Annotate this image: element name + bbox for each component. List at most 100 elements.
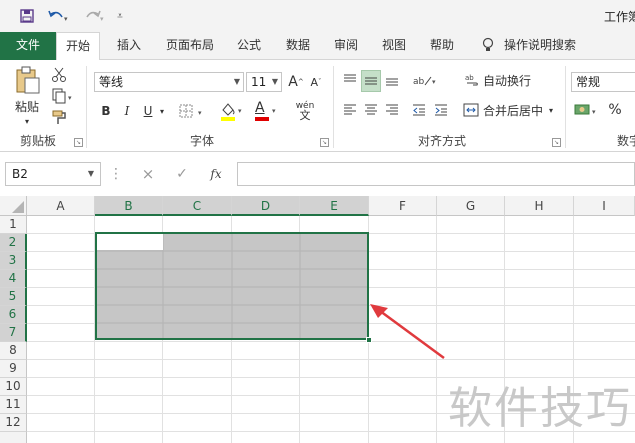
copy-icon[interactable]: ▾ [50,87,78,105]
phonetic-guide-button[interactable]: wén 文 [290,99,320,123]
clipboard-launcher-icon[interactable]: ↘ [74,138,83,147]
tab-home[interactable]: 开始 [56,32,100,61]
customize-qat-icon[interactable]: ⩡ [112,5,128,27]
align-left-icon[interactable] [341,100,359,120]
align-top-icon[interactable] [341,70,359,90]
tab-page-layout[interactable]: 页面布局 [166,32,214,60]
svg-text:▾: ▾ [100,15,104,23]
svg-text:▾: ▾ [432,78,436,86]
chevron-down-icon[interactable]: ▾ [157,101,167,121]
font-name-combo[interactable]: 等线 ▼ [94,72,244,92]
cancel-button[interactable]: × [137,165,159,183]
window-title: 工作簿 [604,10,635,24]
tab-view[interactable]: 视图 [382,32,406,60]
merge-center-icon[interactable] [462,100,480,120]
wrap-text-icon[interactable]: ab [464,70,480,90]
alignment-group-label: 对齐方式 [418,134,467,148]
font-color-icon[interactable]: ▾ A [252,99,282,123]
paste-label[interactable]: 粘贴 [12,98,42,114]
enter-button[interactable]: ✓ [171,165,193,183]
active-cell-b2[interactable] [97,234,163,250]
align-middle-icon[interactable] [361,70,381,92]
tab-file[interactable]: 文件 [0,32,56,60]
alignment-launcher-icon[interactable]: ↘ [552,138,561,147]
cut-icon[interactable] [50,66,68,84]
tab-data[interactable]: 数据 [286,32,310,60]
column-header-g[interactable]: G [437,196,505,216]
font-size-value: 11 [251,75,267,89]
column-header-i[interactable]: I [574,196,635,216]
accounting-format-icon[interactable]: ▾ [573,100,603,120]
row-header-5[interactable]: 5 [0,288,27,306]
row-header-3[interactable]: 3 [0,252,27,270]
ribbon-separator [565,66,566,148]
paste-dropdown-icon[interactable]: ▾ [22,116,32,126]
underline-button[interactable]: U [139,101,157,121]
redo-icon[interactable]: ▾ [80,5,110,27]
column-header-c[interactable]: C [163,196,232,216]
grow-font-button[interactable]: A ^ [288,72,304,92]
row-header-13[interactable] [0,432,27,443]
name-box[interactable]: B2 ▼ [5,162,101,186]
row-header-2[interactable]: 2 [0,234,27,252]
svg-text:▾: ▾ [198,109,202,117]
row-header-1[interactable]: 1 [0,216,27,234]
tab-insert[interactable]: 插入 [117,32,141,60]
ribbon-separator [86,66,87,148]
column-header-e[interactable]: E [300,196,369,216]
borders-icon[interactable]: ▾ [178,101,208,121]
shrink-font-button[interactable]: Aˇ [308,72,324,92]
tab-formulas[interactable]: 公式 [237,32,261,60]
column-header-b[interactable]: B [95,196,163,216]
column-header-d[interactable]: D [232,196,300,216]
tab-review[interactable]: 审阅 [334,32,358,60]
paste-icon[interactable] [12,66,42,94]
row-header-11[interactable]: 11 [0,396,27,414]
row-header-9[interactable]: 9 [0,360,27,378]
row-header-10[interactable]: 10 [0,378,27,396]
row-header-4[interactable]: 4 [0,270,27,288]
wrap-text-button[interactable]: 自动换行 [483,70,531,90]
number-format-combo[interactable]: 常规 [571,72,635,92]
select-all-corner[interactable] [0,196,27,216]
fill-color-icon[interactable]: ▾ [218,99,248,123]
row-header-6[interactable]: 6 [0,306,27,324]
orientation-icon[interactable]: ab ▾ [412,70,440,90]
tell-me-search[interactable]: 操作说明搜索 [504,32,576,60]
font-launcher-icon[interactable]: ↘ [320,138,329,147]
column-header-h[interactable]: H [505,196,574,216]
save-icon[interactable] [16,5,38,27]
font-color-label: A [255,100,265,116]
number-group-label: 数字 [617,134,635,148]
align-center-icon[interactable] [362,100,380,120]
formula-input[interactable] [237,162,635,186]
row-header-7[interactable]: 7 [0,324,27,342]
font-size-combo[interactable]: 11 ▼ [246,72,282,92]
merge-center-button[interactable]: 合并后居中 [483,100,543,120]
percent-button[interactable]: % [606,100,624,120]
row-header-12[interactable]: 12 [0,414,27,432]
chevron-down-icon[interactable]: ▼ [272,73,278,91]
italic-button[interactable]: I [118,101,136,121]
row-header-8[interactable]: 8 [0,342,27,360]
chevron-down-icon[interactable]: ▼ [234,73,240,91]
clipboard-group-label: 剪贴板 [20,134,57,148]
decrease-indent-icon[interactable] [410,100,428,120]
column-header-f[interactable]: F [369,196,437,216]
chevron-down-icon[interactable]: ▼ [88,163,94,185]
insert-function-button[interactable]: fx [205,165,227,183]
annotation-arrow [370,304,445,360]
align-right-icon[interactable] [383,100,401,120]
font-name-value: 等线 [99,75,124,89]
format-painter-icon[interactable] [50,108,68,126]
align-bottom-icon[interactable] [383,70,401,90]
column-header-a[interactable]: A [27,196,95,216]
bold-button[interactable]: B [97,101,115,121]
watermark: 软件技巧 [448,383,632,434]
chevron-down-icon[interactable]: ▾ [546,100,556,120]
tab-help[interactable]: 帮助 [430,32,454,60]
increase-indent-icon[interactable] [432,100,450,120]
svg-text:▾: ▾ [592,108,596,116]
grow-font-label: A [288,74,298,90]
undo-icon[interactable]: ▾ [44,5,74,27]
